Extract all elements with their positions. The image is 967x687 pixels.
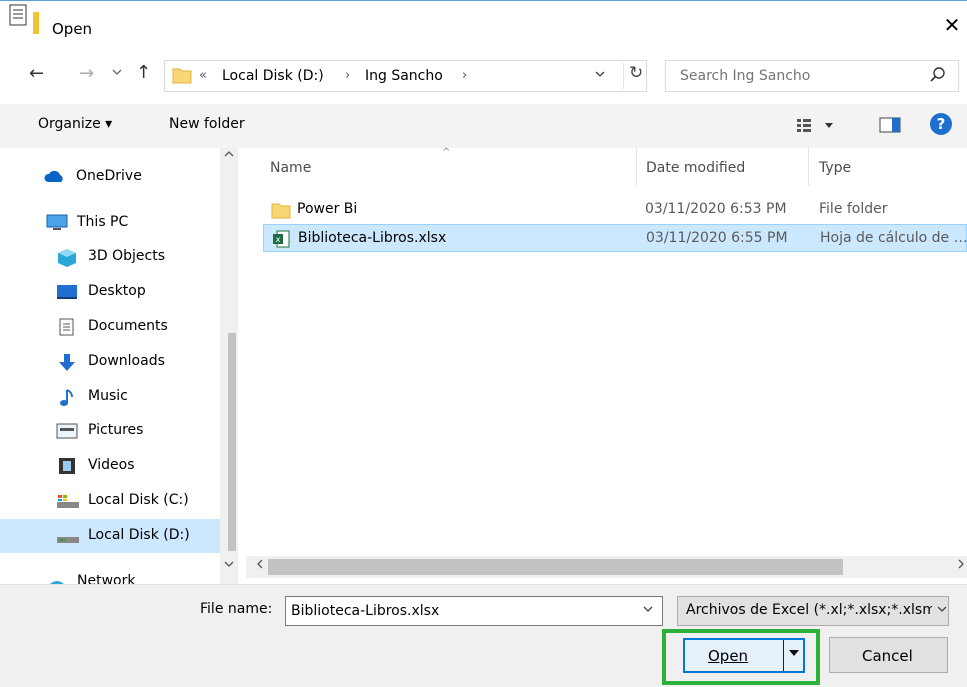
filter-dropdown-icon[interactable] — [937, 603, 947, 616]
drive-icon — [56, 527, 79, 545]
window-title: Open — [52, 20, 93, 38]
sidebar-item-this-pc[interactable]: This PC — [0, 206, 220, 240]
help-icon[interactable]: ? — [930, 113, 952, 135]
desktop-icon — [56, 283, 77, 301]
scroll-left-icon[interactable] — [256, 558, 264, 572]
sidebar-item-label: Videos — [88, 457, 135, 473]
file-name-input[interactable] — [291, 603, 621, 619]
sidebar-item-desktop[interactable]: Desktop — [0, 275, 220, 309]
sidebar-item-network[interactable]: Network — [0, 565, 220, 584]
file-name: Biblioteca-Libros.xlsx — [298, 230, 447, 246]
open-button-label[interactable]: Open — [708, 647, 748, 665]
sidebar-item-label: Local Disk (C:) — [88, 492, 189, 508]
sidebar-item-label: 3D Objects — [88, 248, 166, 264]
breadcrumb-local-disk-d[interactable]: Local Disk (D:) — [222, 68, 324, 84]
sidebar-item-downloads[interactable]: Downloads — [0, 345, 220, 379]
forward-arrow-icon[interactable]: → — [79, 63, 94, 84]
back-arrow-icon[interactable]: ← — [29, 63, 44, 84]
horizontal-scroll-thumb[interactable] — [268, 559, 843, 575]
sidebar-item-onedrive[interactable]: OneDrive — [0, 160, 220, 194]
column-divider[interactable] — [808, 148, 809, 186]
title-bar — [0, 0, 967, 46]
breadcrumb-separator[interactable]: › — [345, 68, 350, 83]
sidebar-item-local-disk-c[interactable]: Local Disk (C:) — [0, 484, 220, 518]
cancel-button-label[interactable]: Cancel — [862, 647, 913, 665]
music-icon — [58, 388, 78, 406]
excel-file-icon: x — [272, 230, 290, 248]
up-arrow-icon[interactable]: ↑ — [136, 62, 151, 83]
sidebar-item-label: Documents — [88, 318, 168, 334]
folder-icon — [172, 66, 192, 84]
sidebar-item-label: Pictures — [88, 422, 144, 438]
app-icon — [9, 4, 39, 34]
scroll-down-icon[interactable] — [220, 560, 238, 571]
video-icon — [58, 457, 78, 475]
folder-icon — [271, 201, 291, 219]
scroll-up-icon[interactable] — [220, 150, 238, 161]
sidebar-item-local-disk-d[interactable]: Local Disk (D:) — [0, 519, 220, 553]
network-icon — [46, 573, 66, 584]
sidebar-item-music[interactable]: Music — [0, 380, 220, 414]
search-input[interactable] — [680, 68, 910, 84]
sidebar-item-label: Local Disk (D:) — [88, 527, 190, 543]
sidebar-item-label: Music — [88, 388, 128, 404]
sidebar-item-label: Desktop — [88, 283, 146, 299]
file-date: 03/11/2020 6:55 PM — [646, 230, 788, 246]
file-date: 03/11/2020 6:53 PM — [645, 201, 787, 217]
file-type-filter-value: Archivos de Excel (*.xl;*.xlsx;*.xlsm;*.… — [686, 602, 932, 618]
file-type: Hoja de cálculo de Microsoft Excel — [820, 230, 967, 246]
preview-pane-icon[interactable] — [879, 115, 903, 135]
sort-ascending-icon: ^ — [442, 147, 451, 158]
scroll-right-icon[interactable] — [957, 558, 965, 572]
sidebar-item-videos[interactable]: Videos — [0, 449, 220, 483]
recent-locations-chevron-icon[interactable] — [112, 68, 122, 79]
sidebar-item-pictures[interactable]: Pictures — [0, 414, 220, 448]
close-icon[interactable]: ✕ — [940, 13, 964, 37]
svg-text:x: x — [276, 235, 281, 244]
file-name-dropdown-icon[interactable] — [643, 603, 653, 616]
pictures-icon — [56, 422, 78, 440]
open-button-split-divider — [783, 640, 784, 671]
column-header-date-modified[interactable]: Date modified — [646, 160, 745, 176]
refresh-icon[interactable]: ↻ — [623, 63, 643, 89]
change-view-icon[interactable] — [795, 115, 841, 135]
new-folder-button[interactable]: New folder — [169, 116, 245, 132]
drive-icon — [56, 492, 79, 510]
file-name: Power Bi — [297, 201, 358, 217]
column-header-name[interactable]: Name — [270, 160, 311, 176]
sidebar-scroll-thumb[interactable] — [228, 333, 236, 551]
cube-icon — [56, 248, 76, 267]
sidebar-item-label: Downloads — [88, 353, 165, 369]
sidebar-item-label: This PC — [77, 214, 129, 230]
organize-button[interactable]: Organize ▾ — [38, 116, 112, 132]
file-name-label: File name: — [200, 601, 273, 617]
sidebar-item-label: Network — [77, 573, 136, 584]
column-header-type[interactable]: Type — [819, 160, 851, 176]
open-options-dropdown-icon[interactable] — [788, 647, 800, 661]
address-dropdown-icon[interactable] — [595, 68, 605, 81]
file-type: File folder — [819, 201, 888, 217]
cloud-icon — [44, 168, 64, 186]
file-row-power-bi[interactable]: Power Bi 03/11/2020 6:53 PM File folder — [263, 196, 967, 224]
search-icon[interactable] — [929, 66, 947, 84]
download-icon — [56, 353, 76, 371]
breadcrumb-separator[interactable]: › — [462, 68, 467, 83]
computer-icon — [46, 214, 68, 232]
breadcrumb-ing-sancho[interactable]: Ing Sancho — [365, 68, 443, 84]
sidebar-item-documents[interactable]: Documents — [0, 310, 220, 344]
sidebar-item-label: OneDrive — [76, 168, 142, 184]
sidebar-item-3d-objects[interactable]: 3D Objects — [0, 240, 220, 274]
column-divider[interactable] — [636, 148, 637, 186]
file-row-biblioteca-libros[interactable]: x Biblioteca-Libros.xlsx 03/11/2020 6:55… — [263, 224, 967, 252]
breadcrumb-overflow[interactable]: « — [199, 68, 207, 83]
document-icon — [58, 318, 78, 336]
